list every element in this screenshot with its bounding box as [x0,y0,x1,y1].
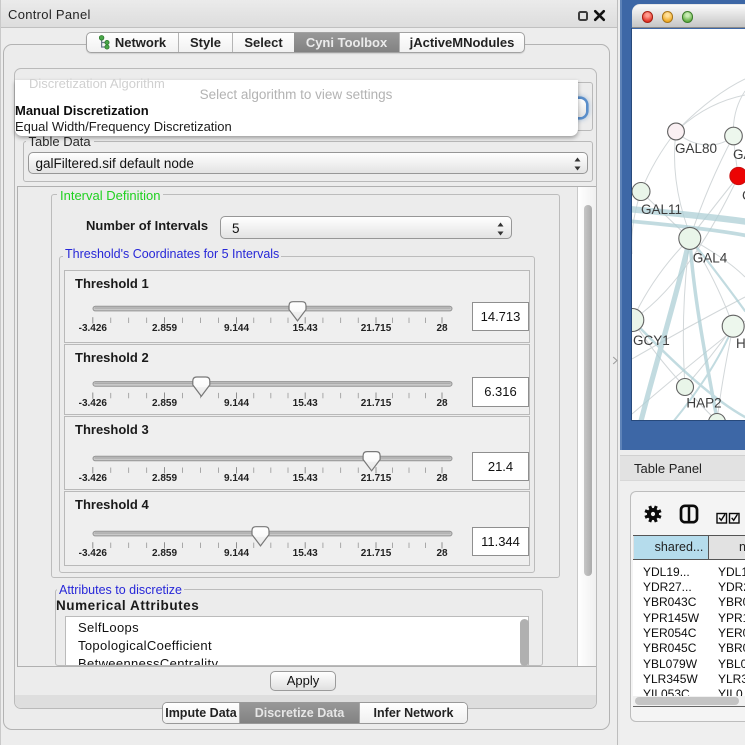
svg-text:H: H [736,336,745,351]
svg-text:HAP2: HAP2 [686,396,721,411]
svg-text:GAL4: GAL4 [693,251,728,266]
svg-text:GAL80: GAL80 [675,141,717,156]
svg-text:GA: GA [733,147,745,162]
svg-text:GCY1: GCY1 [633,333,670,348]
svg-text:GAL11: GAL11 [641,202,682,217]
